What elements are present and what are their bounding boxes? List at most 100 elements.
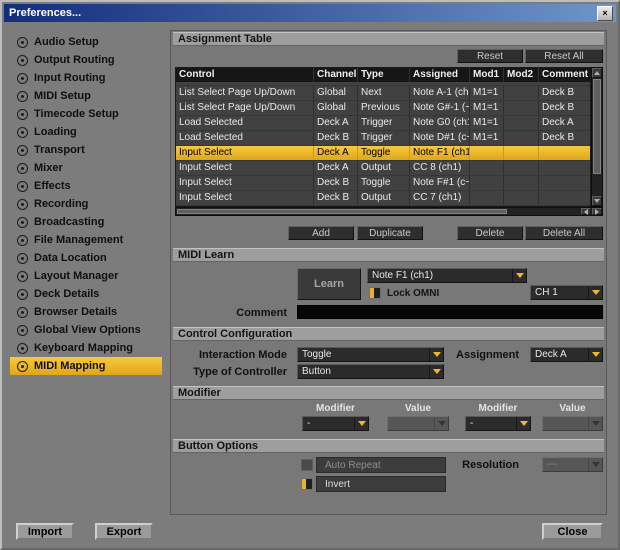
sidebar-item[interactable]: Keyboard Mapping [10, 339, 162, 357]
table-row[interactable]: Input Select Deck A Output CC 8 (ch1) [176, 161, 590, 176]
table-row[interactable]: Load Selected Deck A Trigger Note G0 (ch… [176, 116, 590, 131]
sidebar-item[interactable]: MIDI Mapping [10, 357, 162, 375]
scroll-up-button[interactable] [592, 68, 602, 78]
vscroll-thumb[interactable] [593, 79, 601, 174]
radio-icon [17, 270, 28, 282]
reset-button[interactable]: Reset [457, 49, 523, 63]
sidebar-item-label: Deck Details [34, 288, 100, 300]
close-icon: × [602, 8, 608, 18]
auto-repeat-option: Auto Repeat [316, 457, 446, 473]
sidebar-item-label: Broadcasting [34, 216, 105, 228]
section-header-assignment-table: Assignment Table [173, 32, 604, 46]
radio-icon [17, 162, 28, 174]
learned-assignment-dropdown[interactable]: Note F1 (ch1) [367, 268, 527, 283]
sidebar-item[interactable]: Timecode Setup [10, 105, 162, 123]
column-header-comment[interactable]: Comment [539, 68, 590, 82]
sidebar-item[interactable]: Global View Options [10, 321, 162, 339]
sidebar-item[interactable]: Deck Details [10, 285, 162, 303]
table-row[interactable]: Input Select Deck A Toggle Note F1 (ch1) [176, 146, 590, 161]
scroll-down-button[interactable] [592, 196, 602, 206]
sidebar-item[interactable]: MIDI Setup [10, 87, 162, 105]
lock-omni-checkbox[interactable] [369, 287, 381, 299]
import-button[interactable]: Import [16, 523, 74, 540]
titlebar[interactable]: Preferences... × [4, 4, 616, 22]
modifier1-dropdown[interactable]: - [302, 416, 369, 431]
window-close-button[interactable]: × [597, 6, 613, 21]
radio-icon [17, 324, 28, 336]
add-button[interactable]: Add [288, 226, 354, 240]
radio-icon [17, 288, 28, 300]
main-panel: Assignment Table Reset Reset All Control… [170, 30, 607, 515]
sidebar-item[interactable]: Transport [10, 141, 162, 159]
column-header-mod2[interactable]: Mod2 [504, 68, 539, 82]
delete-all-button[interactable]: Delete All [525, 226, 603, 240]
column-header-mod1[interactable]: Mod1 [470, 68, 504, 82]
radio-icon [17, 234, 28, 246]
table-hscrollbar[interactable] [175, 207, 603, 216]
table-row[interactable]: List Select Page Up/Down Global Previous… [176, 101, 590, 116]
sidebar-item[interactable]: Audio Setup [10, 33, 162, 51]
section-title: Modifier [178, 387, 221, 399]
sidebar-item[interactable]: Broadcasting [10, 213, 162, 231]
section-title: Assignment Table [178, 33, 272, 45]
sidebar-item[interactable]: Mixer [10, 159, 162, 177]
close-button[interactable]: Close [542, 523, 603, 540]
radio-icon [17, 126, 28, 138]
sidebar-item[interactable]: Effects [10, 177, 162, 195]
learn-button[interactable]: Learn [297, 268, 361, 300]
sidebar-item[interactable]: Output Routing [10, 51, 162, 69]
cell-type: Trigger [358, 116, 410, 130]
sidebar-item-label: Loading [34, 126, 77, 138]
comment-input[interactable] [297, 305, 603, 319]
sidebar-item[interactable]: Recording [10, 195, 162, 213]
column-header-control[interactable]: Control [176, 68, 314, 82]
cell-assigned: CC 8 (ch1) [410, 161, 470, 175]
window-title: Preferences... [9, 7, 82, 19]
invert-checkbox[interactable] [301, 478, 313, 490]
table-vscrollbar[interactable] [591, 67, 603, 207]
column-header-assigned[interactable]: Assigned [410, 68, 470, 82]
sidebar-item[interactable]: Layout Manager [10, 267, 162, 285]
scroll-left-button[interactable] [581, 208, 591, 215]
section-title: Button Options [178, 440, 259, 452]
hscroll-thumb[interactable] [177, 209, 507, 214]
cell-type: Toggle [358, 176, 410, 190]
cell-mod2 [504, 191, 539, 205]
invert-option[interactable]: Invert [316, 476, 446, 492]
export-button[interactable]: Export [95, 523, 153, 540]
cell-control: Input Select [176, 146, 314, 160]
column-header-channel[interactable]: Channel [314, 68, 358, 82]
cell-channel: Global [314, 86, 358, 100]
cell-type: Previous [358, 101, 410, 115]
cell-control: Input Select [176, 176, 314, 190]
channel-dropdown[interactable]: CH 1 [530, 285, 603, 300]
interaction-mode-dropdown[interactable]: Toggle [297, 347, 444, 362]
duplicate-button[interactable]: Duplicate [357, 226, 423, 240]
sidebar-item[interactable]: Loading [10, 123, 162, 141]
table-row[interactable]: Load Selected Deck B Trigger Note D#1 (c… [176, 131, 590, 146]
cell-mod2 [504, 146, 539, 160]
column-header-type[interactable]: Type [358, 68, 410, 82]
reset-all-button[interactable]: Reset All [525, 49, 603, 63]
scroll-right-button[interactable] [592, 208, 602, 215]
delete-button[interactable]: Delete [457, 226, 523, 240]
sidebar-item[interactable]: Data Location [10, 249, 162, 267]
sidebar-item[interactable]: Browser Details [10, 303, 162, 321]
table-row[interactable]: Input Select Deck B Output CC 7 (ch1) [176, 191, 590, 206]
cell-assigned: CC 7 (ch1) [410, 191, 470, 205]
sidebar-item-label: Recording [34, 198, 89, 210]
type-of-controller-dropdown[interactable]: Button [297, 364, 444, 379]
modifier2-dropdown[interactable]: - [465, 416, 531, 431]
table-row[interactable]: List Select Page Up/Down Global Next Not… [176, 86, 590, 101]
sidebar-item[interactable]: Input Routing [10, 69, 162, 87]
lock-omni-label: Lock OMNI [387, 288, 440, 299]
sidebar-item[interactable]: File Management [10, 231, 162, 249]
cell-assigned: Note F1 (ch1) [410, 146, 470, 160]
table-row[interactable]: Input Select Deck B Toggle Note F#1 (c~ [176, 176, 590, 191]
assignment-dropdown[interactable]: Deck A [530, 347, 603, 362]
cell-assigned: Note G#-1 (~ [410, 101, 470, 115]
value1-dropdown [387, 416, 449, 431]
cell-mod1: M1=1 [470, 86, 504, 100]
radio-icon [17, 90, 28, 102]
sidebar-item-label: MIDI Setup [34, 90, 91, 102]
